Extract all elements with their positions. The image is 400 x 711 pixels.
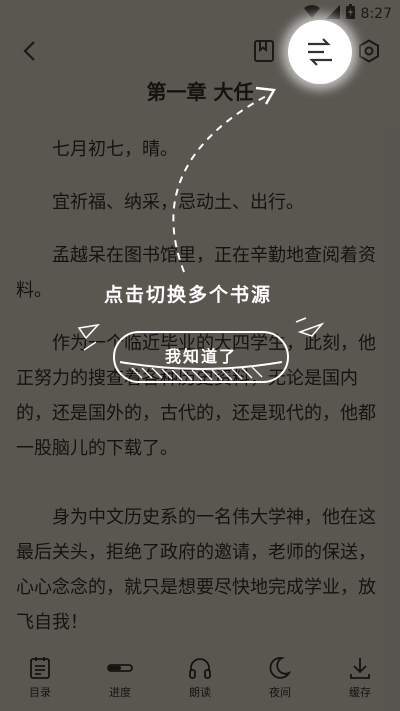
got-it-label: 我知道了 bbox=[164, 347, 237, 366]
moon-icon bbox=[269, 657, 292, 679]
settings-button[interactable] bbox=[353, 35, 385, 67]
nav-label: 缓存 bbox=[349, 686, 371, 699]
chapter-paragraph: 身为中文历史系的一名伟大学神，他在这最后关头，拒绝了政府的邀请，老师的保送，心心… bbox=[16, 507, 376, 633]
nav-label: 进度 bbox=[109, 686, 131, 699]
bookmark-button[interactable] bbox=[248, 35, 280, 67]
guide-hint-text: 点击切换多个书源 bbox=[104, 284, 273, 306]
bookmark-icon bbox=[254, 40, 274, 62]
got-it-button[interactable]: 我知道了 bbox=[112, 330, 290, 384]
settings-hexagon-icon bbox=[359, 39, 379, 63]
catalog-icon bbox=[30, 657, 50, 679]
nav-label: 夜间 bbox=[269, 686, 291, 699]
nav-item-cache[interactable]: 缓存 bbox=[325, 650, 395, 711]
nav-item-catalog[interactable]: 目录 bbox=[5, 650, 75, 711]
sparkle-right-icon bbox=[295, 317, 325, 337]
back-button[interactable] bbox=[14, 35, 46, 67]
guide-dashed-arrow bbox=[172, 86, 276, 273]
status-time: 8:27 bbox=[360, 5, 392, 22]
back-arrow-icon bbox=[23, 41, 35, 61]
nav-item-night-mode[interactable]: 夜间 bbox=[245, 650, 315, 711]
nav-item-progress[interactable]: 进度 bbox=[85, 650, 155, 711]
progress-icon bbox=[107, 664, 133, 672]
headphones-icon bbox=[189, 658, 211, 679]
nav-label: 目录 bbox=[29, 686, 51, 699]
nav-item-read-aloud[interactable]: 朗读 bbox=[165, 650, 235, 711]
download-icon bbox=[350, 658, 370, 679]
nav-label: 朗读 bbox=[189, 686, 211, 699]
sparkle-left-icon bbox=[77, 323, 101, 351]
bottom-nav: 目录 进度 朗读 夜间 缓存 bbox=[0, 650, 400, 711]
